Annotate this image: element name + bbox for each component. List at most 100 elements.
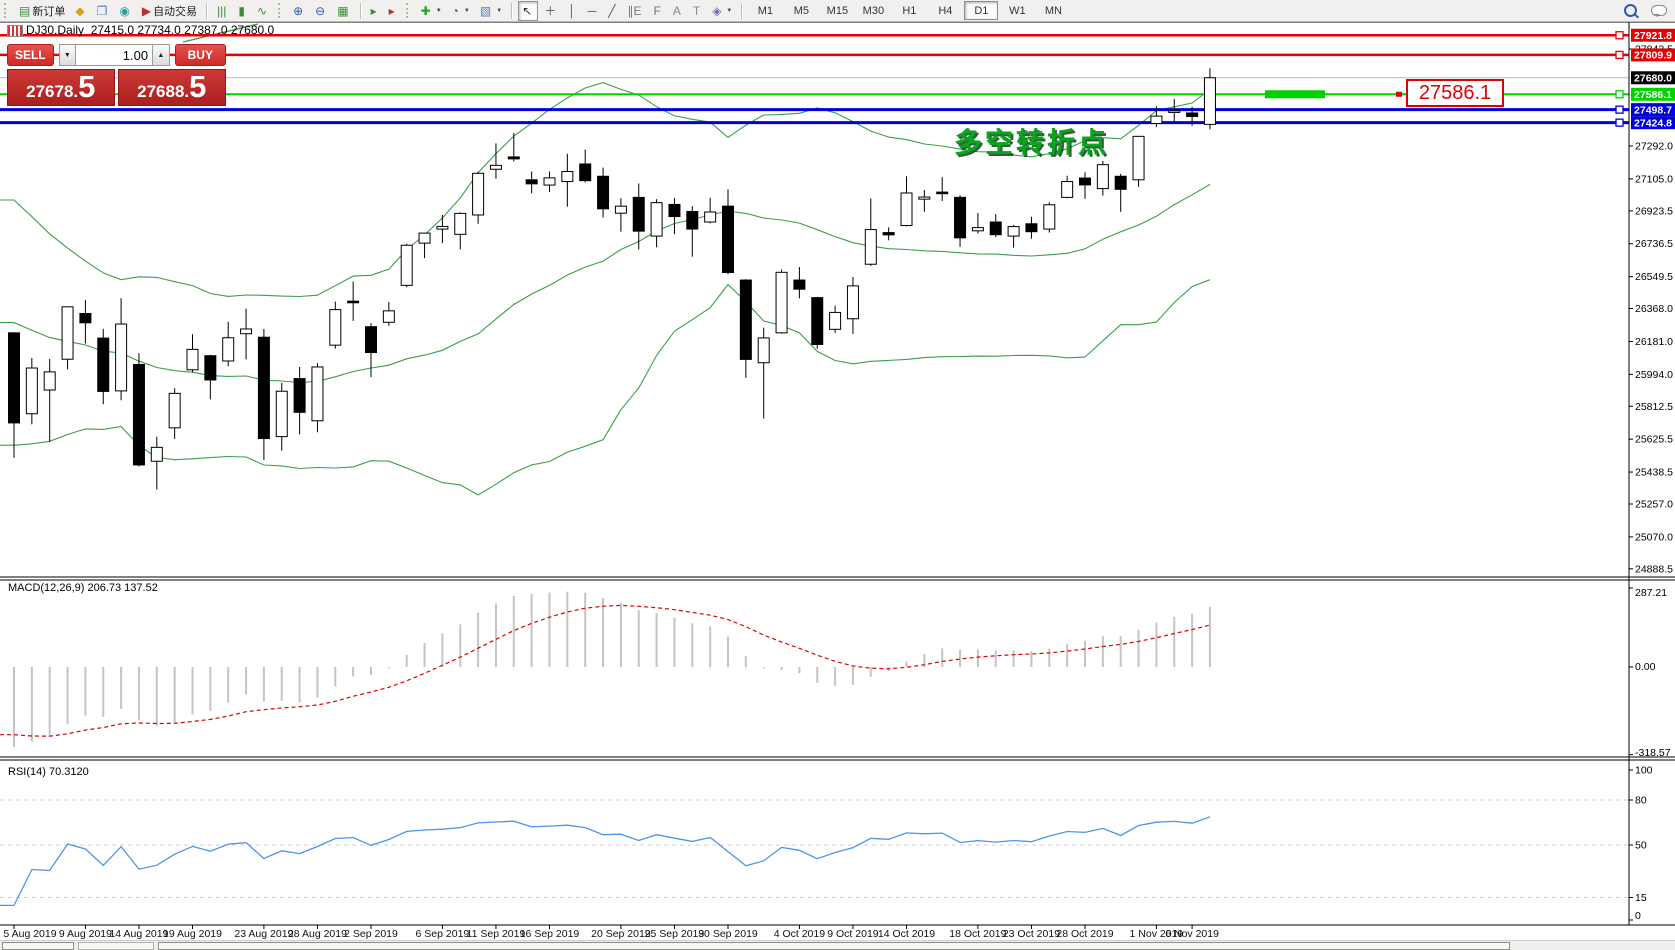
toolbar-separator bbox=[206, 3, 208, 19]
chart-shift-button[interactable]: ▸ bbox=[385, 1, 401, 21]
candle bbox=[812, 298, 823, 345]
text-label-button[interactable]: T bbox=[689, 1, 706, 21]
candle bbox=[776, 272, 787, 333]
chart-canvas[interactable]: 27843.527292.027105.026923.526736.526549… bbox=[0, 0, 1675, 950]
toolbar-right bbox=[1624, 4, 1675, 17]
hline-27921-price-text: 27921.8 bbox=[1634, 30, 1672, 42]
cursor-button[interactable]: ↖ bbox=[518, 1, 538, 21]
chart-windows-icon: ❐ bbox=[97, 5, 108, 17]
candle bbox=[258, 337, 269, 438]
crosshair-button[interactable]: ＋ bbox=[540, 1, 562, 21]
horizontal-line-button[interactable]: ─ bbox=[584, 1, 603, 21]
bars-chart-button[interactable]: ||| bbox=[213, 1, 232, 21]
hline-27424-handle[interactable] bbox=[1616, 119, 1623, 126]
volume-input[interactable] bbox=[76, 44, 152, 66]
toolbar-handle bbox=[4, 3, 11, 18]
quotes-icon-button[interactable]: ◆ bbox=[71, 1, 90, 21]
timeframe-m5[interactable]: M5 bbox=[784, 1, 818, 20]
text-button[interactable]: A bbox=[669, 1, 687, 21]
new-order-button[interactable]: ▤新订单 bbox=[15, 1, 69, 21]
trendline-thick-segment[interactable] bbox=[1265, 90, 1325, 98]
candle bbox=[330, 310, 341, 346]
one-click-trading-panel: SELL ▼ ▲ BUY 27678.5 27688.5 bbox=[7, 44, 226, 106]
candle bbox=[598, 176, 609, 209]
price-level-callout[interactable]: 27586.1 bbox=[1406, 79, 1504, 107]
volume-decrease-button[interactable]: ▼ bbox=[59, 44, 77, 66]
timeframe-d1[interactable]: D1 bbox=[964, 1, 998, 20]
candle bbox=[723, 206, 734, 272]
chart-text-annotation[interactable]: 多空转折点 bbox=[954, 121, 1109, 161]
vertical-line-button[interactable]: │ bbox=[564, 1, 582, 21]
zoom-in-icon: ⊕ bbox=[293, 5, 303, 17]
toolbar-handle bbox=[406, 3, 413, 18]
cursor-icon: ↖ bbox=[522, 5, 532, 17]
date-label: 6 Sep 2019 bbox=[416, 928, 470, 940]
trendline-button[interactable]: ╱ bbox=[604, 1, 621, 21]
candle bbox=[669, 204, 680, 216]
candle bbox=[473, 173, 484, 215]
axis-tick-label: 26736.5 bbox=[1635, 238, 1673, 250]
buy-price[interactable]: 27688.5 bbox=[118, 69, 227, 106]
hline-27809-handle[interactable] bbox=[1616, 51, 1623, 58]
toolbar-separator bbox=[511, 3, 513, 19]
line-chart-button[interactable]: ∿ bbox=[253, 1, 273, 21]
timeframe-m15[interactable]: M15 bbox=[820, 1, 854, 20]
date-label: 23 Oct 2019 bbox=[1003, 928, 1060, 940]
rsi-axis-label: 15 bbox=[1635, 892, 1647, 904]
channel-button[interactable]: ∥E bbox=[623, 1, 647, 21]
hline-27586-price-text: 27586.1 bbox=[1634, 89, 1672, 101]
hline-27586-handle[interactable] bbox=[1616, 91, 1623, 98]
text-icon: A bbox=[673, 5, 681, 17]
rsi-axis-label: 80 bbox=[1635, 795, 1647, 807]
chart-windows-button[interactable]: ❐ bbox=[93, 1, 114, 21]
date-label: 9 Oct 2019 bbox=[827, 928, 879, 940]
search-icon[interactable] bbox=[1624, 4, 1637, 17]
date-label: 28 Oct 2019 bbox=[1056, 928, 1113, 940]
signals-button[interactable]: ◉ bbox=[115, 1, 135, 21]
axis-tick-label: 27292.0 bbox=[1635, 141, 1673, 153]
auto-scroll-button[interactable]: ▸ bbox=[367, 1, 383, 21]
volume-increase-button[interactable]: ▲ bbox=[152, 44, 170, 66]
timeframe-m1[interactable]: M1 bbox=[748, 1, 782, 20]
mt4-trading-app: ▤新订单◆❐◉▶自动交易|||▮∿⊕⊖▦▸▸✚▼◔▼▧▼↖＋│─╱∥EFAT◈▼… bbox=[0, 0, 1675, 950]
candle bbox=[455, 213, 466, 234]
zoom-out-button[interactable]: ⊖ bbox=[311, 1, 331, 21]
arrows-button[interactable]: ◈▼ bbox=[708, 1, 736, 21]
chat-icon[interactable] bbox=[1651, 5, 1667, 16]
tile-windows-button[interactable]: ▦ bbox=[333, 1, 354, 21]
zoom-in-button[interactable]: ⊕ bbox=[289, 1, 309, 21]
sell-button[interactable]: SELL bbox=[7, 44, 54, 66]
fibonacci-button[interactable]: F bbox=[649, 1, 666, 21]
date-label: 6 Nov 2019 bbox=[1165, 928, 1219, 940]
hline-27921-handle[interactable] bbox=[1616, 32, 1623, 39]
timeframe-m30[interactable]: M30 bbox=[856, 1, 890, 20]
timeframe-w1[interactable]: W1 bbox=[1000, 1, 1034, 20]
timeframe-mn[interactable]: MN bbox=[1036, 1, 1070, 20]
templates-button[interactable]: ▧▼ bbox=[476, 1, 506, 21]
scrollbar-segment[interactable] bbox=[2, 942, 74, 950]
timeframe-h1[interactable]: H1 bbox=[892, 1, 926, 20]
autotrade-button-label: 自动交易 bbox=[153, 3, 197, 19]
candles-chart-button[interactable]: ▮ bbox=[234, 1, 251, 21]
candle bbox=[80, 313, 91, 322]
rsi-axis-label: 100 bbox=[1635, 765, 1653, 777]
scrollbar-thumb[interactable] bbox=[158, 942, 1510, 950]
autotrade-button[interactable]: ▶自动交易 bbox=[138, 1, 201, 21]
candle bbox=[972, 228, 983, 231]
auto-scroll-icon: ▸ bbox=[371, 5, 377, 17]
hline-27498-handle[interactable] bbox=[1616, 106, 1623, 113]
indicators-button[interactable]: ✚▼ bbox=[417, 1, 446, 21]
buy-button[interactable]: BUY bbox=[175, 44, 226, 66]
axis-tick-label: 25625.5 bbox=[1635, 434, 1673, 446]
new-order-icon: ▤ bbox=[19, 5, 30, 17]
tile-windows-icon: ▦ bbox=[337, 5, 348, 17]
sell-price[interactable]: 27678.5 bbox=[7, 69, 115, 106]
autotrade-icon: ▶ bbox=[142, 5, 151, 17]
timeframe-h4[interactable]: H4 bbox=[928, 1, 962, 20]
scrollbar-segment[interactable] bbox=[78, 942, 154, 950]
toolbar-separator bbox=[741, 3, 743, 19]
line-anchor-handle[interactable] bbox=[1396, 92, 1402, 97]
periods-button[interactable]: ◔▼ bbox=[448, 1, 474, 21]
hline-27498-price-text: 27498.7 bbox=[1634, 104, 1672, 116]
bars-chart-icon: ||| bbox=[217, 5, 226, 17]
